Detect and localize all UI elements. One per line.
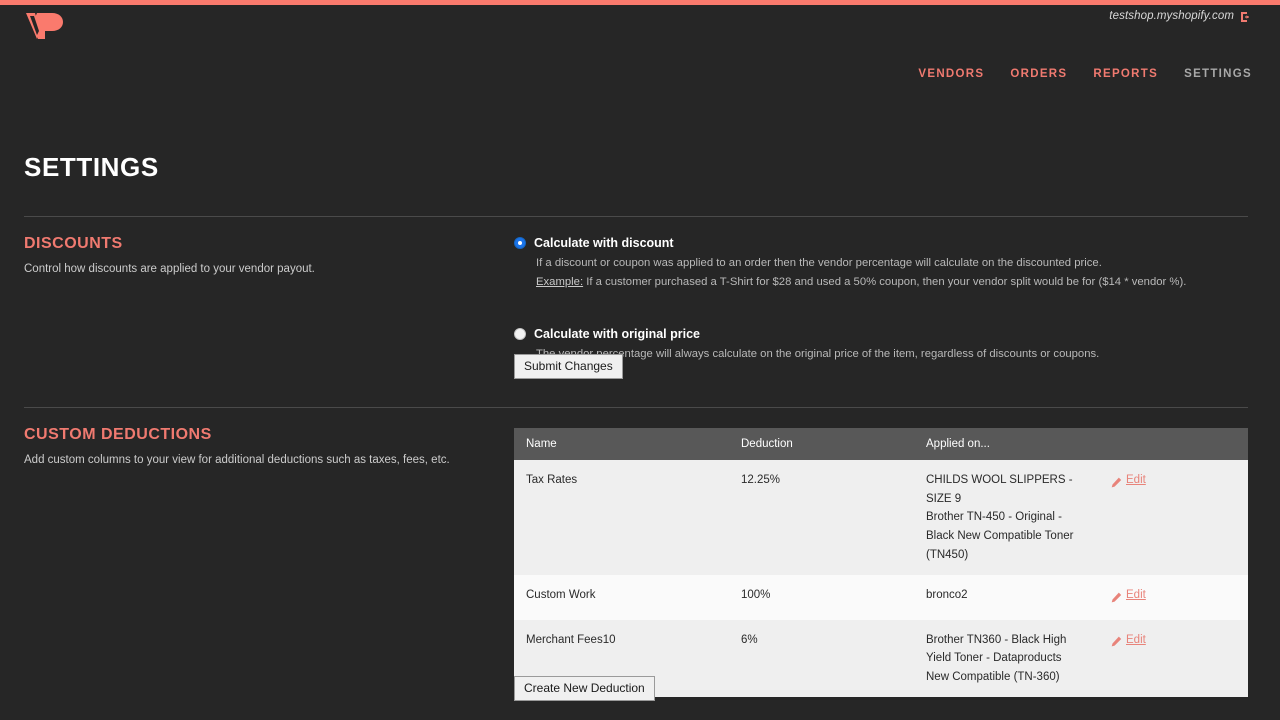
cell-deduction: 100%: [729, 575, 914, 619]
discount-option-with-discount-label[interactable]: Calculate with discount: [514, 236, 1254, 250]
shop-domain-line: testshop.myshopify.com: [1109, 10, 1252, 22]
cell-name: Custom Work: [514, 575, 729, 619]
main-nav: VENDORS ORDERS REPORTS SETTINGS: [918, 68, 1252, 80]
discount-option-original-price[interactable]: Calculate with original price The vendor…: [514, 327, 1254, 362]
edit-link[interactable]: Edit: [1111, 631, 1146, 650]
discount-option-original-price-description: The vendor percentage will always calcul…: [536, 346, 1254, 362]
edit-link[interactable]: Edit: [1111, 586, 1146, 605]
shop-domain-text: testshop.myshopify.com: [1109, 10, 1234, 22]
applied-item: Brother TN-450 - Original - Black New Co…: [926, 508, 1087, 564]
discounts-heading: DISCOUNTS: [24, 235, 315, 253]
cell-applied-on: bronco2: [914, 575, 1099, 619]
custom-deductions-description: Add custom columns to your view for addi…: [24, 452, 450, 468]
discount-option-original-price-label[interactable]: Calculate with original price: [514, 327, 1254, 341]
applied-item: CHILDS WOOL SLIPPERS - SIZE 9: [926, 471, 1087, 508]
radio-calculate-with-original-price[interactable]: [514, 328, 526, 340]
applied-item: Brother TN360 - Black High Yield Toner -…: [926, 631, 1087, 687]
cell-applied-on: CHILDS WOOL SLIPPERS - SIZE 9 Brother TN…: [914, 460, 1099, 575]
column-header-applied-on: Applied on...: [914, 428, 1099, 460]
pencil-icon: [1111, 635, 1122, 646]
cell-deduction: 6%: [729, 620, 914, 698]
nav-item-reports[interactable]: REPORTS: [1093, 68, 1158, 80]
table-header: Name Deduction Applied on...: [514, 428, 1248, 460]
edit-link[interactable]: Edit: [1111, 471, 1146, 490]
example-label: Example:: [536, 276, 583, 288]
edit-link-label: Edit: [1126, 471, 1146, 490]
cell-actions: Edit: [1099, 620, 1248, 698]
custom-deductions-table: Name Deduction Applied on... Tax Rates 1…: [514, 428, 1248, 697]
create-new-deduction-button[interactable]: Create New Deduction: [514, 676, 655, 701]
pencil-icon: [1111, 591, 1122, 602]
column-header-name: Name: [514, 428, 729, 460]
cell-actions: Edit: [1099, 575, 1248, 619]
discount-option-with-discount-description: If a discount or coupon was applied to a…: [536, 255, 1254, 271]
app-header: testshop.myshopify.com VENDORS ORDERS RE…: [0, 5, 1280, 100]
submit-changes-button[interactable]: Submit Changes: [514, 354, 623, 379]
discounts-section-header: DISCOUNTS Control how discounts are appl…: [24, 235, 315, 277]
logout-icon[interactable]: [1240, 11, 1252, 23]
discount-option-with-discount[interactable]: Calculate with discount If a discount or…: [514, 236, 1254, 291]
table-body: Tax Rates 12.25% CHILDS WOOL SLIPPERS - …: [514, 460, 1248, 697]
cell-name: Tax Rates: [514, 460, 729, 575]
custom-deductions-table-wrapper: Name Deduction Applied on... Tax Rates 1…: [514, 428, 1248, 697]
discount-option-example: Example: If a customer purchased a T-Shi…: [536, 274, 1254, 290]
cell-deduction: 12.25%: [729, 460, 914, 575]
page-title: SETTINGS: [24, 152, 159, 183]
custom-deductions-section-header: CUSTOM DEDUCTIONS Add custom columns to …: [24, 426, 450, 468]
radio-label-text: Calculate with original price: [534, 327, 700, 341]
nav-item-vendors[interactable]: VENDORS: [918, 68, 984, 80]
custom-deductions-heading: CUSTOM DEDUCTIONS: [24, 426, 450, 444]
table-header-row: Name Deduction Applied on...: [514, 428, 1248, 460]
pencil-icon: [1111, 476, 1122, 487]
applied-item: bronco2: [926, 586, 1087, 605]
cell-applied-on: Brother TN360 - Black High Yield Toner -…: [914, 620, 1099, 698]
radio-calculate-with-discount[interactable]: [514, 237, 526, 249]
table-row: Tax Rates 12.25% CHILDS WOOL SLIPPERS - …: [514, 460, 1248, 575]
section-divider-bottom: [24, 407, 1248, 408]
table-row: Custom Work 100% bronco2 Edit: [514, 575, 1248, 619]
nav-item-orders[interactable]: ORDERS: [1010, 68, 1067, 80]
cell-actions: Edit: [1099, 460, 1248, 575]
discount-options-group: Calculate with discount If a discount or…: [514, 236, 1254, 384]
edit-link-label: Edit: [1126, 631, 1146, 650]
app-logo[interactable]: [24, 10, 68, 42]
section-divider-top: [24, 216, 1248, 217]
radio-label-text: Calculate with discount: [534, 236, 674, 250]
column-header-deduction: Deduction: [729, 428, 914, 460]
discounts-description: Control how discounts are applied to you…: [24, 261, 315, 277]
column-header-actions: [1099, 428, 1248, 460]
edit-link-label: Edit: [1126, 586, 1146, 605]
nav-item-settings[interactable]: SETTINGS: [1184, 68, 1252, 80]
example-text: If a customer purchased a T-Shirt for $2…: [583, 276, 1186, 288]
